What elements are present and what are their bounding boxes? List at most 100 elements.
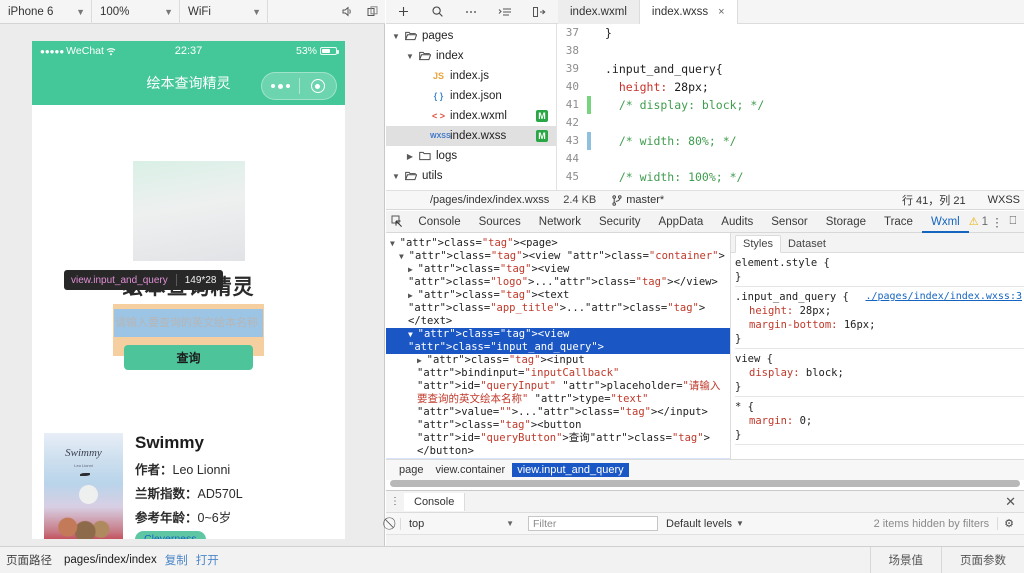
editor-tab[interactable]: index.wxss× (640, 0, 738, 24)
outline-icon[interactable] (488, 0, 522, 24)
file-tree-row[interactable]: ▼index (386, 46, 556, 66)
chevron-down-icon[interactable]: ▼ (399, 252, 409, 261)
chevron-right-icon[interactable]: ▶ (417, 356, 427, 365)
chevron-down-icon[interactable]: ▼ (408, 330, 418, 339)
cover-fish-shape (80, 473, 90, 476)
chevron-right-icon[interactable]: ▶ (408, 291, 418, 300)
volume-icon[interactable] (333, 0, 359, 24)
file-tree-row[interactable]: < >index.wxmlM (386, 106, 556, 126)
chevron-right-icon[interactable]: ▶ (408, 265, 418, 274)
code-editor[interactable]: 37}3839.input_and_query{40 height: 28px;… (557, 24, 1024, 190)
dom-tree-node[interactable]: ▶ "attr">class="tag"><input "attr">bindi… (386, 354, 730, 419)
target-icon[interactable] (300, 79, 337, 93)
file-tree-row[interactable]: ▼utils (386, 166, 556, 186)
chevron-right-icon[interactable]: ▶ (404, 152, 416, 161)
dom-tree-node[interactable]: ▼ "attr">class="tag"><view "attr">class=… (386, 328, 730, 354)
css-selector[interactable]: element.style { (735, 256, 830, 270)
chevron-down-icon[interactable]: ▼ (390, 32, 402, 41)
copy-path-button[interactable]: 复制 (157, 552, 188, 568)
dom-tree-node[interactable]: "attr">class="tag"><button "attr">id="qu… (386, 419, 730, 458)
chevron-down-icon[interactable]: ▼ (404, 52, 416, 61)
code-line-text: /* width: 80%; */ (591, 132, 737, 150)
editor-tab[interactable]: index.wxml (558, 0, 640, 24)
devtools-tab-audits[interactable]: Audits (712, 211, 762, 233)
code-line-text: } (591, 24, 612, 42)
page-params-button[interactable]: 页面参数 (941, 547, 1024, 573)
vertical-dots-icon[interactable]: ⋮ (386, 496, 404, 507)
chevron-down-icon[interactable]: ▼ (390, 172, 402, 181)
close-icon[interactable]: ✕ (1005, 494, 1024, 510)
query-input[interactable]: 请输入要查询的英文绘本名称 (114, 309, 263, 337)
dom-tree-node[interactable]: ▶ "attr">class="tag"><view "attr">class=… (386, 263, 730, 289)
devtools-tab-storage[interactable]: Storage (817, 211, 875, 233)
file-tree-row[interactable]: ▶logs (386, 146, 556, 166)
more-dots-icon[interactable] (262, 84, 299, 89)
breadcrumb-item[interactable]: view.input_and_query (512, 463, 628, 477)
code-line: 43 /* width: 80%; */ (557, 132, 1024, 150)
query-button[interactable]: 查询 (124, 345, 253, 370)
gear-icon[interactable]: ⚙ (997, 517, 1018, 530)
devtools-tab-sensor[interactable]: Sensor (762, 211, 816, 233)
devtools-tab-wxml[interactable]: Wxml (922, 211, 969, 233)
css-selector[interactable]: view { (735, 352, 773, 366)
close-icon[interactable]: × (718, 6, 724, 18)
css-property: display: (735, 367, 800, 379)
rotate-screen-icon[interactable] (359, 0, 385, 24)
cover-author: Leo Lionni (44, 463, 123, 468)
dock-panel-icon[interactable]: ⎕ (1006, 215, 1020, 228)
wxml-dom-tree[interactable]: ▼ "attr">class="tag"><page>▼ "attr">clas… (386, 233, 731, 459)
zoom-select[interactable]: 100% ▼ (92, 0, 180, 24)
console-drawer-tab[interactable]: Console (404, 493, 465, 511)
horizontal-scrollbar[interactable] (390, 480, 1020, 487)
css-declaration[interactable]: margin-bottom: 16px; (735, 318, 1024, 332)
file-tree-row[interactable]: JSindex.js (386, 66, 556, 86)
dom-tree-node[interactable]: ▼ "attr">class="tag"><view "attr">class=… (386, 250, 730, 263)
status-language[interactable]: WXSS (988, 194, 1020, 206)
plus-icon[interactable] (386, 0, 420, 24)
css-selector[interactable]: .input_and_query { (735, 290, 849, 304)
devtools-tab-network[interactable]: Network (530, 211, 590, 233)
chevron-down-icon: ▼ (242, 7, 261, 17)
highlight-selector-label: view.input_and_query (71, 275, 168, 286)
code-line-number: 45 (557, 168, 587, 186)
console-filter-input[interactable]: Filter (528, 516, 658, 531)
warning-indicator[interactable]: ⚠ 1 (969, 215, 988, 228)
dom-tree-node[interactable]: ▶ "attr">class="tag"><text "attr">class=… (386, 289, 730, 328)
devtools-tab-sources[interactable]: Sources (470, 211, 530, 233)
devtools-tab-security[interactable]: Security (590, 211, 650, 233)
search-icon[interactable] (420, 0, 454, 24)
more-icon[interactable] (454, 0, 488, 24)
css-declaration[interactable]: height: 28px; (735, 304, 1024, 318)
console-context-select[interactable]: top ▼ (400, 518, 520, 530)
vertical-dots-icon[interactable]: ⋮ (990, 215, 1004, 229)
file-tree-row[interactable]: ▼pages (386, 26, 556, 46)
search-result-book-card[interactable]: Swimmy Leo Lionni Swimmy 作者：Leo Lionni 兰… (32, 433, 345, 539)
file-tree-row[interactable]: WXSSindex.wxssM (386, 126, 556, 146)
status-git-branch[interactable]: master* (612, 194, 664, 206)
scene-value-button[interactable]: 场景值 (870, 547, 942, 573)
file-tree-row[interactable]: { }index.json (386, 86, 556, 106)
styles-tab[interactable]: Dataset (781, 236, 833, 252)
chevron-down-icon[interactable]: ▼ (390, 239, 400, 248)
devtools-tab-appdata[interactable]: AppData (650, 211, 713, 233)
css-source-link[interactable]: ./pages/index/index.wxss:3 (865, 290, 1024, 304)
css-declaration[interactable]: display: block; (735, 366, 1024, 380)
open-path-button[interactable]: 打开 (188, 552, 219, 568)
breadcrumb-item[interactable]: view.container (430, 463, 510, 477)
device-select[interactable]: iPhone 6 ▼ (0, 0, 92, 24)
network-select[interactable]: WiFi ▼ (180, 0, 268, 24)
css-declaration[interactable]: margin: 0; (735, 414, 1024, 428)
devtools-tab-console[interactable]: Console (409, 211, 469, 233)
styles-tab[interactable]: Styles (735, 235, 781, 253)
css-selector[interactable]: * { (735, 400, 754, 414)
dom-tree-node[interactable]: ▼ "attr">class="tag"><page> (386, 237, 730, 250)
wxss-file-icon: WXSS (430, 133, 447, 140)
inspect-element-icon[interactable] (386, 215, 409, 228)
network-select-value: WiFi (188, 6, 211, 18)
devtools-tab-trace[interactable]: Trace (875, 211, 922, 233)
breadcrumb-item[interactable]: page (394, 463, 428, 477)
book-age-label: 参考年龄： (135, 511, 198, 525)
console-levels-select[interactable]: Default levels ▼ (666, 518, 744, 530)
panel-toggle-icon[interactable] (522, 0, 556, 24)
wechat-capsule[interactable] (261, 72, 337, 100)
